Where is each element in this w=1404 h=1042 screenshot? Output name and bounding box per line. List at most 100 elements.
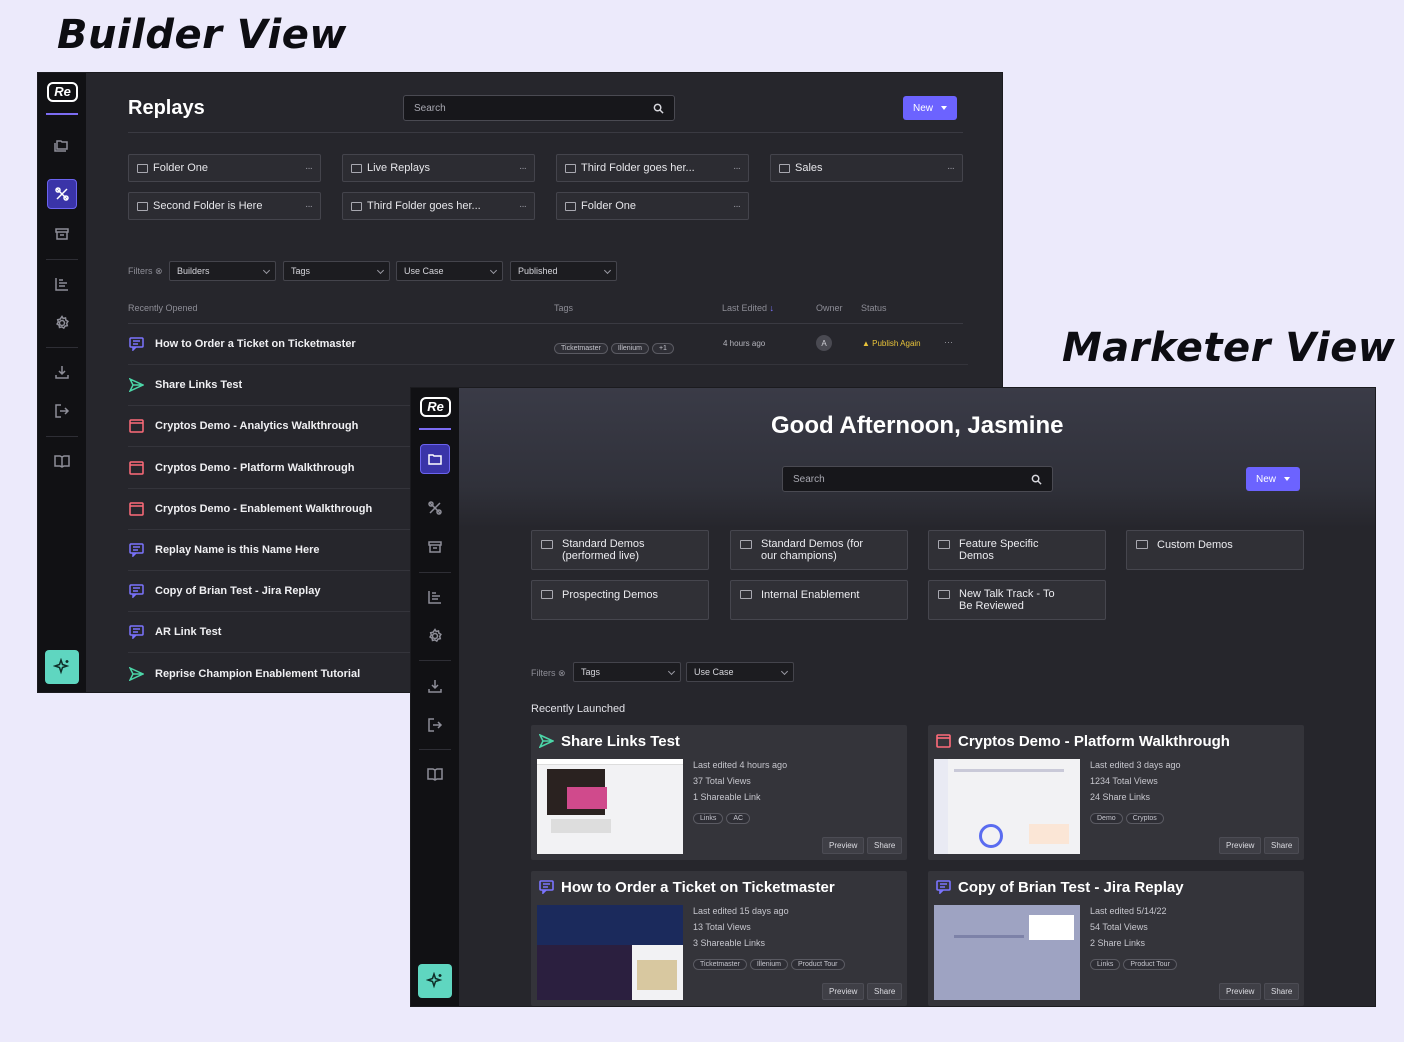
preview-button[interactable]: Preview [1219,983,1262,1000]
col-owner[interactable]: Owner [816,303,843,313]
logo[interactable]: Re [420,397,451,417]
more-icon[interactable]: ··· [519,201,527,212]
gear-icon[interactable] [47,308,77,338]
tag-pill[interactable]: Product Tour [790,959,845,970]
analytics-icon[interactable] [47,269,77,299]
replay-thumbnail[interactable] [537,759,683,854]
folder-card[interactable]: Sales ··· [770,154,963,182]
replay-name[interactable]: Replay Name is this Name Here [155,544,319,556]
folder-card[interactable]: Feature Specific Demos [928,530,1106,570]
search-input[interactable]: Search [403,95,675,121]
tag-pill[interactable]: Links [693,813,724,824]
folder-card[interactable]: Internal Enablement [730,580,908,620]
replay-name[interactable]: How to Order a Ticket on Ticketmaster [155,338,356,350]
card-title[interactable]: Cryptos Demo - Platform Walkthrough [958,733,1230,750]
table-row[interactable]: How to Order a Ticket on Ticketmaster [128,324,968,365]
new-button[interactable]: New [1246,467,1301,491]
card-title[interactable]: Share Links Test [561,733,680,750]
more-icon[interactable]: ··· [305,163,313,174]
replay-card[interactable]: Cryptos Demo - Platform Walkthrough Last… [928,725,1304,860]
folder-card[interactable]: New Talk Track - To Be Reviewed [928,580,1106,620]
book-icon[interactable] [420,759,450,789]
col-tags[interactable]: Tags [554,303,573,313]
replay-thumbnail[interactable] [934,759,1080,854]
folder-card[interactable]: Folder One ··· [128,154,321,182]
col-status[interactable]: Status [861,303,887,313]
row-menu-icon[interactable]: ··· [944,337,953,347]
analytics-icon[interactable] [420,582,450,612]
tag-pill[interactable]: +1 [651,343,674,354]
replay-name[interactable]: Reprise Champion Enablement Tutorial [155,668,360,680]
col-last-edited[interactable]: Last Edited ↓ [722,303,774,313]
replay-card[interactable]: Share Links Test Last edited 4 hours ago… [531,725,907,860]
more-icon[interactable]: ··· [947,163,955,174]
folder-card[interactable]: Custom Demos [1126,530,1304,570]
replay-name[interactable]: Copy of Brian Test - Jira Replay [155,585,320,597]
folder-card[interactable]: Prospecting Demos [531,580,709,620]
tag-pill[interactable]: Ticketmaster [554,343,608,354]
status-badge[interactable]: ▲ Publish Again [862,339,921,348]
filter-use-case[interactable]: Use Case [686,662,794,682]
tag-pill[interactable]: Links [1090,959,1121,970]
gear-icon[interactable] [420,621,450,651]
folder-card[interactable]: Third Folder goes her... ··· [342,192,535,220]
more-icon[interactable]: ··· [733,163,741,174]
preview-button[interactable]: Preview [822,837,865,854]
replay-thumbnail[interactable] [537,905,683,1000]
replay-name[interactable]: Cryptos Demo - Analytics Walkthrough [155,420,358,432]
more-icon[interactable]: ··· [519,163,527,174]
tag-pill[interactable]: Illenium [610,343,649,354]
logout-icon[interactable] [47,396,77,426]
download-icon[interactable] [47,357,77,387]
tag-pill[interactable]: Cryptos [1125,813,1164,824]
download-icon[interactable] [420,671,450,701]
book-icon[interactable] [47,446,77,476]
card-title[interactable]: Copy of Brian Test - Jira Replay [958,879,1184,896]
folder-card[interactable]: Standard Demos (performed live) [531,530,709,570]
new-button[interactable]: New [903,96,958,120]
tag-pill[interactable]: AC [726,813,751,824]
archive-icon[interactable] [420,532,450,562]
tools-icon[interactable] [420,493,450,523]
sparkle-icon[interactable] [418,964,452,998]
folder-card[interactable]: Folder One ··· [556,192,749,220]
folder-icon[interactable] [420,444,450,474]
folder-icon[interactable] [47,130,77,160]
share-button[interactable]: Share [867,983,903,1000]
filter-tags[interactable]: Tags [573,662,681,682]
replay-name[interactable]: Cryptos Demo - Enablement Walkthrough [155,503,372,515]
filter-published[interactable]: Published [510,261,617,281]
folder-card[interactable]: Standard Demos (for our champions) [730,530,908,570]
archive-icon[interactable] [47,219,77,249]
logo[interactable]: Re [47,82,78,102]
tag-pill[interactable]: Product Tour [1123,959,1177,970]
tag-pill[interactable]: Ticketmaster [693,959,747,970]
replay-name[interactable]: Share Links Test [155,379,242,391]
filter-tags[interactable]: Tags [283,261,390,281]
share-button[interactable]: Share [1264,983,1300,1000]
share-button[interactable]: Share [1264,837,1300,854]
search-input[interactable]: Search [782,466,1053,492]
more-icon[interactable]: ··· [733,201,741,212]
tag-pill[interactable]: Demo [1090,813,1123,824]
folder-card[interactable]: Second Folder is Here ··· [128,192,321,220]
replay-thumbnail[interactable] [934,905,1080,1000]
replay-name[interactable]: Cryptos Demo - Platform Walkthrough [155,462,354,474]
filter-use-case[interactable]: Use Case [396,261,503,281]
col-recently-opened[interactable]: Recently Opened [128,303,198,313]
card-title[interactable]: How to Order a Ticket on Ticketmaster [561,879,835,896]
filter-builders[interactable]: Builders [169,261,276,281]
more-icon[interactable]: ··· [305,201,313,212]
share-button[interactable]: Share [867,837,903,854]
preview-button[interactable]: Preview [822,983,865,1000]
folder-card[interactable]: Third Folder goes her... ··· [556,154,749,182]
avatar[interactable]: A [816,335,832,351]
sparkle-icon[interactable] [45,650,79,684]
tag-pill[interactable]: Illenium [749,959,788,970]
replay-card[interactable]: How to Order a Ticket on Ticketmaster La… [531,871,907,1006]
tools-icon[interactable] [47,179,77,209]
replay-name[interactable]: AR Link Test [155,626,221,638]
logout-icon[interactable] [420,710,450,740]
preview-button[interactable]: Preview [1219,837,1262,854]
replay-card[interactable]: Copy of Brian Test - Jira Replay Last ed… [928,871,1304,1006]
